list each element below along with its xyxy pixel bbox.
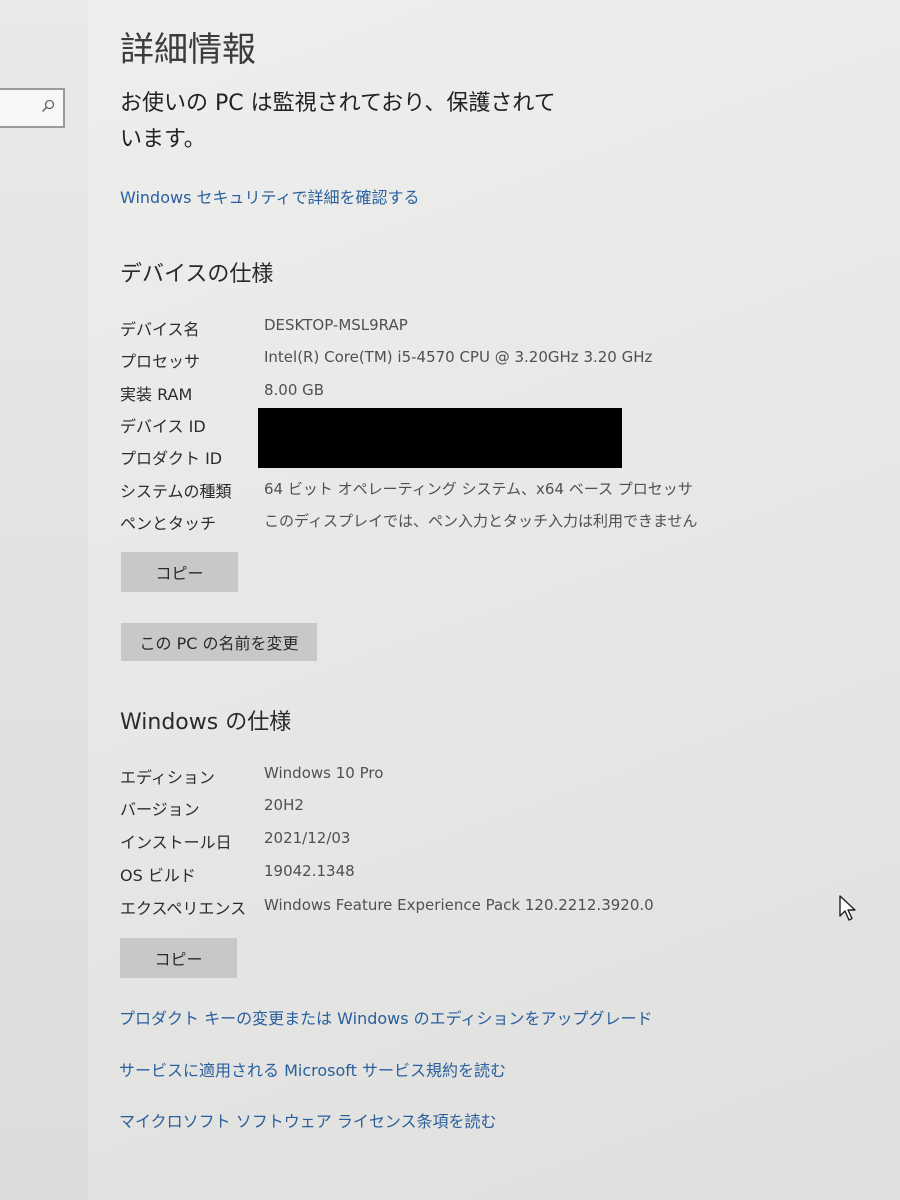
spec-value-processor: Intel(R) Core(TM) i5-4570 CPU @ 3.20GHz …	[264, 348, 653, 366]
windows-specs-heading: Windows の仕様	[120, 710, 292, 735]
spec-value-version: 20H2	[264, 796, 304, 814]
spec-label-experience: エクスペリエンス	[120, 899, 247, 918]
device-specs-heading: デバイスの仕様	[120, 262, 274, 287]
product-key-link[interactable]: プロダクト キーの変更または Windows のエディションをアップグレード	[119, 1005, 653, 1029]
search-icon[interactable]	[41, 99, 55, 113]
mouse-cursor-icon	[839, 895, 856, 921]
left-navigation-pane	[0, 0, 88, 1200]
settings-search-box[interactable]	[0, 88, 65, 128]
service-agreement-link[interactable]: サービスに適用される Microsoft サービス規約を読む	[119, 1057, 506, 1081]
spec-label-product-id: プロダクト ID	[120, 449, 223, 468]
spec-value-install-date: 2021/12/03	[264, 829, 351, 847]
windows-copy-button[interactable]: コピー	[120, 938, 237, 978]
spec-label-system-type: システムの種類	[120, 482, 232, 501]
page-title: 詳細情報	[120, 30, 256, 70]
spec-value-ram: 8.00 GB	[264, 381, 325, 399]
device-copy-button[interactable]: コピー	[121, 552, 238, 592]
spec-value-pen-touch: このディスプレイでは、ペン入力とタッチ入力は利用できません	[264, 512, 698, 530]
spec-label-install-date: インストール日	[120, 833, 232, 852]
spec-label-edition: エディション	[120, 768, 215, 787]
about-page: 詳細情報 お使いの PC は監視されており、保護されています。 Windows …	[88, 0, 900, 1200]
spec-value-experience: Windows Feature Experience Pack 120.2212…	[264, 896, 654, 914]
spec-value-device-name: DESKTOP-MSL9RAP	[264, 316, 408, 334]
windows-security-link[interactable]: Windows セキュリティで詳細を確認する	[120, 184, 420, 208]
redaction-block	[258, 408, 622, 468]
spec-label-os-build: OS ビルド	[120, 866, 196, 885]
spec-label-device-name: デバイス名	[120, 320, 200, 339]
spec-value-os-build: 19042.1348	[264, 862, 355, 880]
spec-label-pen-touch: ペンとタッチ	[120, 514, 217, 533]
spec-label-processor: プロセッサ	[120, 352, 201, 371]
spec-label-ram: 実装 RAM	[120, 385, 193, 404]
protection-status-text: お使いの PC は監視されており、保護されています。	[120, 91, 556, 152]
spec-label-version: バージョン	[120, 800, 200, 819]
spec-label-device-id: デバイス ID	[120, 417, 206, 436]
rename-pc-button[interactable]: この PC の名前を変更	[121, 623, 317, 661]
license-terms-link[interactable]: マイクロソフト ソフトウェア ライセンス条項を読む	[119, 1108, 497, 1132]
spec-value-edition: Windows 10 Pro	[264, 764, 384, 782]
spec-value-system-type: 64 ビット オペレーティング システム、x64 ベース プロセッサ	[264, 480, 693, 498]
